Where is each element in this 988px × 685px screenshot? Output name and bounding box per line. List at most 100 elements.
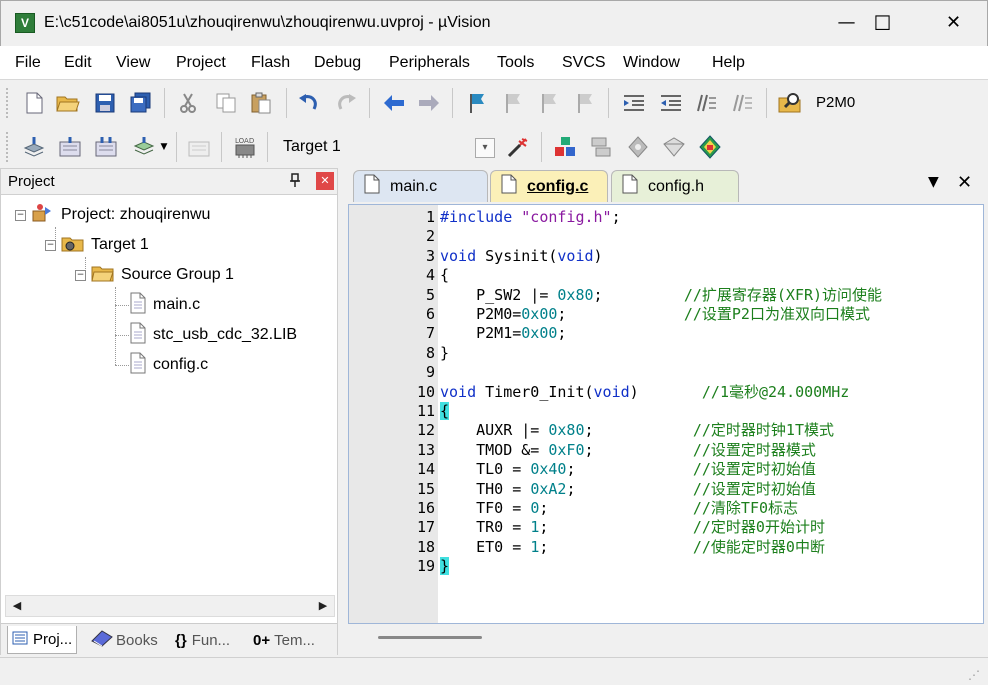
save-icon[interactable] (93, 91, 117, 115)
editor-horizontal-scrollbar[interactable] (348, 626, 984, 652)
paste-icon[interactable] (249, 91, 273, 115)
find-text[interactable]: P2M0 (816, 94, 855, 111)
pin-icon[interactable] (289, 173, 301, 191)
rebuild-icon[interactable] (94, 135, 118, 159)
menu-view[interactable]: View (116, 54, 150, 72)
project-horizontal-scrollbar[interactable]: ◀ ▶ (5, 595, 335, 617)
copy-icon[interactable] (214, 91, 238, 115)
bookmark-next-icon[interactable] (537, 91, 561, 115)
code-token: void (593, 382, 630, 401)
scrollbar-thumb[interactable] (378, 636, 482, 639)
open-folder-icon[interactable] (56, 91, 80, 115)
target-options-icon[interactable] (506, 135, 530, 159)
new-file-icon[interactable] (22, 91, 46, 115)
comment-icon[interactable] (694, 91, 718, 115)
target-select[interactable]: Target 1 ▾ (275, 132, 497, 162)
manage-components-icon[interactable] (554, 135, 578, 159)
bookmark-insert-icon[interactable] (465, 91, 489, 115)
menu-file[interactable]: File (15, 54, 41, 72)
scroll-right-icon[interactable]: ▶ (315, 598, 331, 614)
tree-target[interactable]: − Target 1 (45, 233, 149, 257)
code-token: TR0 = (440, 518, 531, 537)
pack-installer-icon[interactable] (662, 135, 686, 159)
chevron-down-icon[interactable]: ▾ (475, 138, 495, 158)
uvision-app-icon: V (15, 13, 35, 33)
menu-window[interactable]: Window (623, 54, 680, 72)
menu-flash[interactable]: Flash (251, 54, 290, 72)
menu-project[interactable]: Project (176, 54, 226, 72)
indent-icon[interactable] (622, 91, 646, 115)
tab-list-dropdown-icon[interactable]: ▼ (928, 174, 939, 190)
navigate-forward-icon[interactable] (417, 91, 441, 115)
tab-config-c[interactable]: config.c (490, 170, 608, 202)
code-token: 1 (530, 537, 540, 556)
unindent-icon[interactable] (659, 91, 683, 115)
scroll-left-icon[interactable]: ◀ (9, 598, 25, 614)
tab-label: main.c (390, 177, 438, 195)
maximize-button[interactable]: ☐ (854, 1, 911, 47)
collapse-toggle[interactable]: − (75, 269, 86, 281)
line-number: 12 (416, 421, 435, 440)
code-token: ; (566, 460, 693, 479)
tree-source-group[interactable]: − Source Group 1 (75, 263, 234, 287)
file-extensions-icon[interactable] (590, 135, 614, 159)
menu-svcs[interactable]: SVCS (562, 54, 606, 72)
code-editor[interactable]: 1 2 3 4 5 6 7 8 9 10 11 12 13 14 15 16 17 18 19 #include "… (348, 204, 984, 624)
collapse-toggle[interactable]: − (15, 209, 26, 221)
bookmark-prev-icon[interactable] (501, 91, 525, 115)
menu-edit[interactable]: Edit (64, 54, 92, 72)
code-token: //使能定时器0中断 (692, 537, 825, 556)
menu-peripherals[interactable]: Peripherals (389, 54, 470, 72)
stop-build-icon[interactable] (187, 135, 211, 159)
menu-debug[interactable]: Debug (314, 54, 361, 72)
tree-file[interactable]: config.c (129, 352, 208, 377)
redo-icon[interactable] (334, 91, 358, 115)
menu-tools[interactable]: Tools (497, 54, 534, 72)
manage-run-time-icon[interactable] (698, 135, 722, 159)
code-token: ) (629, 382, 702, 401)
tab-project[interactable]: Proj... (7, 626, 78, 654)
menu-help[interactable]: Help (712, 54, 745, 72)
tab-main-c[interactable]: main.c (353, 170, 488, 202)
code-line: TMOD &= 0xF0; //设置定时器模式 (440, 441, 816, 460)
collapse-toggle[interactable]: − (45, 239, 56, 251)
tree-file[interactable]: main.c (129, 292, 200, 317)
file-icon (622, 174, 638, 199)
batch-build-dropdown[interactable]: ▼ (158, 135, 170, 159)
code-line: void Timer0_Init(void) //1毫秒@24.000MHz (440, 383, 849, 402)
editor-pane: main.c config.c config.h ▼ ✕ 1 2 3 4 5 6 7 8 9 10… (345, 168, 988, 655)
cut-icon[interactable] (176, 91, 200, 115)
code-token: void (557, 246, 594, 265)
line-number: 3 (425, 246, 435, 265)
undo-icon[interactable] (297, 91, 321, 115)
bookmark-clear-icon[interactable] (573, 91, 597, 115)
find-in-files-icon[interactable] (778, 91, 802, 115)
build-icon[interactable] (58, 135, 82, 159)
toolbar-grip[interactable] (6, 88, 10, 118)
tab-books[interactable]: Books (91, 626, 158, 654)
resize-grip-icon[interactable]: ⋰ (968, 668, 980, 682)
close-button[interactable]: ✕ (925, 1, 982, 47)
navigate-back-icon[interactable] (382, 91, 406, 115)
tab-templates[interactable]: 0+ Tem... (253, 626, 315, 654)
close-tab-icon[interactable]: ✕ (957, 172, 972, 193)
batch-build-icon[interactable] (132, 135, 156, 159)
code-token: ; (539, 537, 693, 556)
svg-text:LOAD: LOAD (235, 137, 254, 145)
download-icon[interactable]: LOAD (233, 135, 257, 159)
code-token: //定时器时钟1T模式 (692, 421, 834, 440)
toolbar-grip[interactable] (6, 132, 10, 162)
code-token: TMOD &= (440, 440, 549, 459)
tab-functions[interactable]: {} Fun... (175, 626, 230, 654)
translate-icon[interactable] (22, 135, 46, 159)
panel-close-icon[interactable]: ✕ (316, 172, 334, 190)
save-all-icon[interactable] (129, 91, 153, 115)
select-packs-icon[interactable] (626, 135, 650, 159)
tree-file[interactable]: stc_usb_cdc_32.LIB (129, 322, 297, 347)
tree-project-root[interactable]: − Project: zhouqirenwu (15, 203, 210, 227)
build-toolbar: ▼ LOAD Target 1 ▾ (0, 126, 988, 168)
uncomment-icon[interactable] (730, 91, 754, 115)
tab-config-h[interactable]: config.h (611, 170, 739, 202)
code-line: P2M1=0x00; (440, 324, 566, 343)
menu-bar: File Edit View Project Flash Debug Perip… (0, 46, 988, 80)
